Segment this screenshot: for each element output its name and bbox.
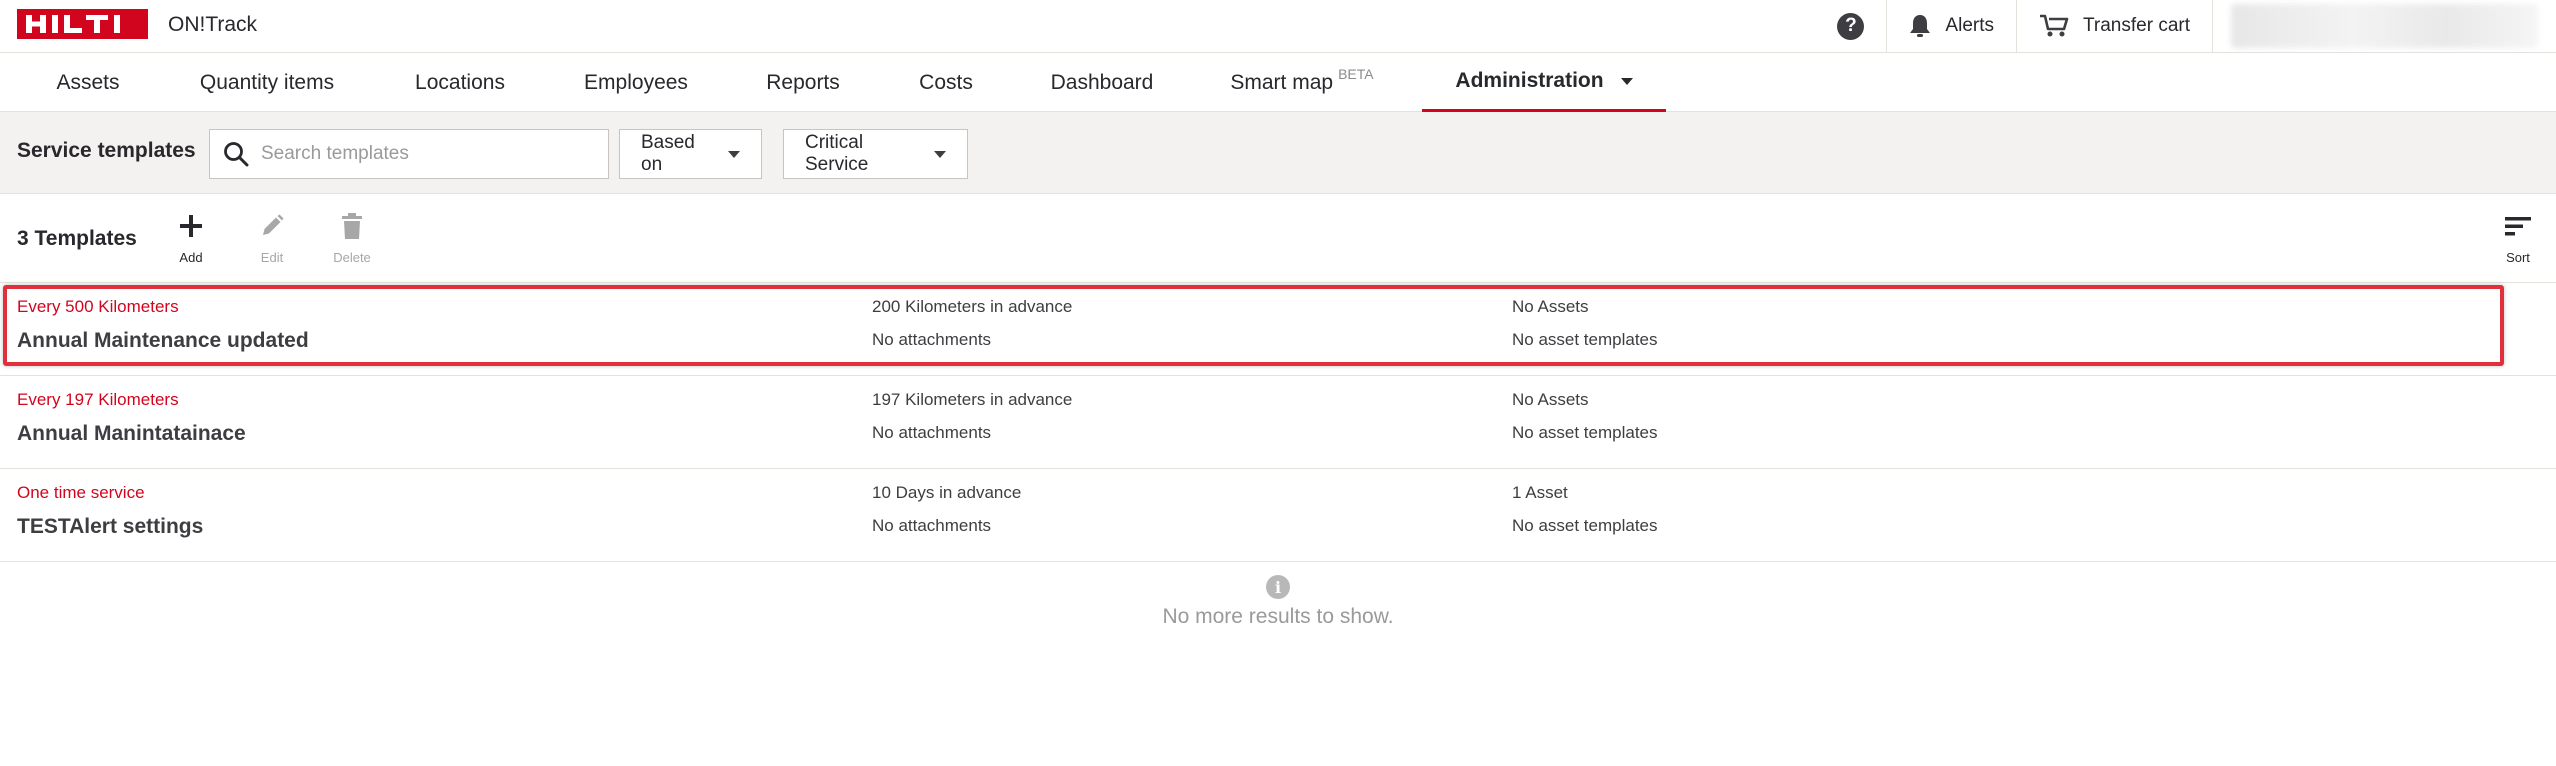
template-asset-templates: No asset templates	[1512, 330, 1658, 349]
end-of-list-notice: i No more results to show.	[0, 575, 2556, 629]
nav-reports[interactable]: Reports	[748, 53, 858, 112]
search-box[interactable]	[209, 129, 609, 179]
chevron-down-icon	[728, 150, 740, 158]
edit-label: Edit	[260, 250, 284, 265]
template-frequency: Every 197 Kilometers	[17, 390, 179, 409]
template-attachments: No attachments	[872, 330, 992, 349]
template-count: 3 Templates	[17, 227, 137, 250]
template-attachments: No attachments	[872, 423, 992, 442]
edit-button[interactable]: Edit	[242, 208, 302, 265]
template-frequency: Every 500 Kilometers	[17, 297, 179, 316]
user-info-redacted	[2231, 4, 2538, 48]
nav-dashboard-label: Dashboard	[1050, 70, 1154, 94]
main-nav: Assets Quantity items Locations Employee…	[0, 53, 2556, 112]
nav-smart-map[interactable]: Smart map BETA	[1222, 53, 1382, 112]
user-menu[interactable]	[2212, 0, 2556, 52]
hilti-logo-mark	[25, 15, 120, 33]
critical-service-dropdown[interactable]: Critical Service	[783, 129, 968, 179]
help-button[interactable]: ?	[1815, 0, 1886, 52]
nav-locations-label: Locations	[415, 70, 505, 94]
template-assets: No Assets	[1512, 297, 1589, 316]
nav-administration[interactable]: Administration	[1422, 53, 1666, 112]
table-row[interactable]: Every 197 Kilometers Annual Manintataina…	[0, 376, 2556, 469]
nav-reports-label: Reports	[766, 70, 840, 94]
table-row[interactable]: One time service TESTAlert settings 10 D…	[0, 469, 2556, 562]
header-actions: ? Alerts Transfer cart	[1815, 0, 2556, 52]
no-more-results-text: No more results to show.	[1162, 605, 1394, 628]
nav-costs[interactable]: Costs	[900, 53, 992, 112]
plus-icon	[180, 215, 202, 237]
table-row[interactable]: Every 500 Kilometers Annual Maintenance …	[0, 283, 2556, 376]
template-asset-templates: No asset templates	[1512, 423, 1658, 442]
add-label: Add	[179, 250, 203, 265]
beta-badge: BETA	[1338, 65, 1374, 82]
alerts-button[interactable]: Alerts	[1886, 0, 2016, 52]
help-icon: ?	[1837, 12, 1865, 40]
chevron-down-icon	[1620, 77, 1633, 85]
nav-administration-label: Administration	[1455, 69, 1604, 92]
add-button[interactable]: Add	[161, 208, 221, 265]
hilti-logo[interactable]	[17, 9, 148, 39]
delete-label: Delete	[333, 250, 371, 265]
delete-button[interactable]: Delete	[322, 208, 382, 265]
template-frequency: One time service	[17, 483, 145, 502]
template-advance: 10 Days in advance	[872, 483, 1022, 502]
template-name: Annual Maintenance updated	[17, 329, 309, 352]
template-assets: 1 Asset	[1512, 483, 1568, 502]
list-toolbar: 3 Templates Add Edit Delete Sort	[0, 194, 2556, 283]
nav-quantity-items[interactable]: Quantity items	[180, 53, 354, 112]
templates-list: Every 500 Kilometers Annual Maintenance …	[0, 283, 2556, 562]
template-advance: 200 Kilometers in advance	[872, 297, 1073, 316]
transfer-cart-button[interactable]: Transfer cart	[2016, 0, 2212, 52]
trash-icon	[342, 213, 362, 239]
alerts-label: Alerts	[1945, 15, 1994, 36]
nav-dashboard[interactable]: Dashboard	[1036, 53, 1168, 112]
app-name: ON!Track	[168, 13, 258, 36]
pencil-icon	[263, 214, 284, 235]
nav-assets[interactable]: Assets	[26, 53, 150, 112]
sort-label: Sort	[2506, 250, 2530, 265]
sort-button[interactable]: Sort	[2488, 208, 2548, 265]
search-icon	[224, 142, 249, 167]
top-header: ON!Track ? Alerts Transfer cart	[0, 0, 2556, 53]
nav-assets-label: Assets	[56, 70, 120, 94]
nav-quantity-items-label: Quantity items	[199, 70, 335, 94]
based-on-label: Based on	[641, 132, 695, 175]
template-attachments: No attachments	[872, 516, 992, 535]
bell-icon	[1910, 15, 1931, 37]
chevron-down-icon	[934, 150, 946, 158]
nav-employees[interactable]: Employees	[568, 53, 704, 112]
nav-locations[interactable]: Locations	[390, 53, 530, 112]
nav-smart-map-label: Smart map	[1230, 70, 1334, 94]
search-input[interactable]	[261, 143, 591, 165]
template-name: Annual Manintatainace	[17, 422, 246, 445]
info-icon: i	[1266, 575, 1290, 599]
template-assets: No Assets	[1512, 390, 1589, 409]
filter-bar: Service templates Based on Critical Serv…	[0, 112, 2556, 194]
sort-icon	[2505, 217, 2531, 236]
page-title: Service templates	[17, 139, 196, 162]
nav-employees-label: Employees	[584, 70, 688, 94]
template-advance: 197 Kilometers in advance	[872, 390, 1073, 409]
nav-costs-label: Costs	[919, 70, 973, 94]
based-on-dropdown[interactable]: Based on	[619, 129, 762, 179]
cart-icon	[2040, 14, 2069, 37]
template-name: TESTAlert settings	[17, 515, 204, 538]
template-asset-templates: No asset templates	[1512, 516, 1658, 535]
critical-service-label: Critical Service	[805, 132, 869, 175]
transfer-cart-label: Transfer cart	[2083, 15, 2190, 36]
